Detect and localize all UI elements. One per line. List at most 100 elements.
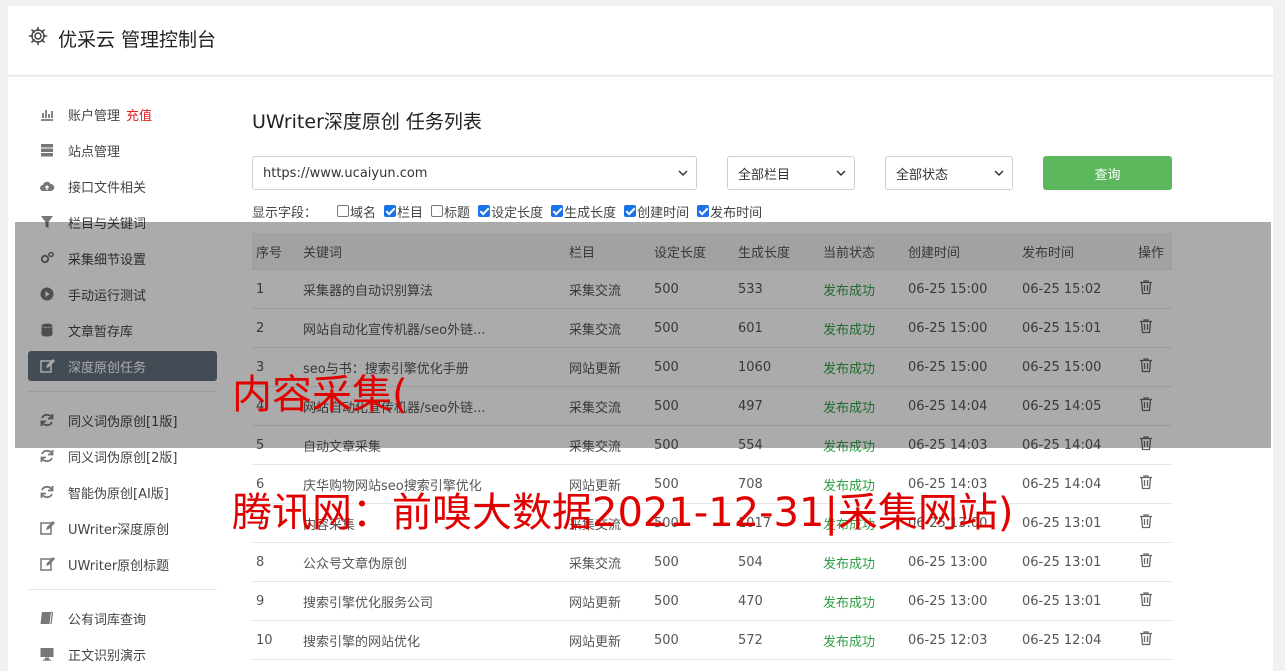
field-checkbox[interactable]: 域名: [337, 202, 376, 221]
sidebar-divider: [28, 589, 217, 590]
table-cell: 500: [654, 632, 679, 648]
checkbox-box[interactable]: [478, 205, 491, 217]
table-cell: 搜索引擎优化服务公司: [303, 595, 434, 611]
bar-chart-icon: [41, 110, 53, 121]
checkbox-box[interactable]: [337, 205, 350, 217]
sidebar-item-label: UWriter原创标题: [68, 558, 170, 574]
table-cell: 发布成功: [823, 556, 876, 572]
sidebar-item[interactable]: 站点管理: [28, 135, 217, 165]
checkbox-box[interactable]: [431, 205, 444, 217]
column-select[interactable]: 全部栏目: [727, 156, 855, 190]
edit-icon: [40, 557, 55, 571]
delete-button[interactable]: [1138, 630, 1172, 650]
field-checkbox-label: 栏目: [397, 205, 424, 221]
delete-button[interactable]: [1138, 513, 1172, 533]
field-checkbox-label: 生成长度: [564, 205, 617, 221]
monitor-icon: [40, 648, 54, 661]
trash-icon: [1140, 592, 1152, 607]
recharge-link[interactable]: 充值: [126, 105, 152, 124]
table-cell: 06-25 14:04: [1022, 476, 1102, 492]
table-cell: 470: [738, 593, 763, 609]
table-cell: 10: [256, 632, 273, 648]
delete-button[interactable]: [1138, 474, 1172, 494]
field-checkbox[interactable]: 设定长度: [478, 202, 543, 221]
field-checkbox-label: 标题: [444, 205, 471, 221]
table-cell: 06-25 13:00: [908, 554, 988, 570]
watermark-line-2: 腾讯网：前嗅大数据2021-12-31|采集网站): [232, 490, 1014, 536]
table-cell: 发布成功: [823, 595, 876, 611]
table-cell: 06-25 13:01: [1022, 554, 1102, 570]
field-checkbox[interactable]: 发布时间: [697, 202, 762, 221]
site-select-value: https://www.ucaiyun.com: [263, 165, 428, 181]
field-checkbox[interactable]: 标题: [431, 202, 470, 221]
delete-button[interactable]: [1138, 552, 1172, 572]
dim-overlay: [15, 222, 1271, 448]
sidebar-item[interactable]: UWriter深度原创: [28, 513, 217, 543]
table-cell: 8: [256, 554, 265, 570]
trash-icon: [1140, 553, 1152, 568]
server-icon: [41, 144, 53, 157]
checkbox-box[interactable]: [624, 205, 637, 217]
chevron-down-icon: [678, 170, 688, 177]
field-checkbox-label: 设定长度: [491, 205, 544, 221]
sidebar-item[interactable]: 账户管理 充值: [28, 99, 217, 129]
sidebar-item-label: 正文识别演示: [68, 648, 147, 664]
checkbox-box[interactable]: [384, 205, 397, 217]
checkbox-box[interactable]: [697, 205, 710, 217]
delete-button[interactable]: [1138, 591, 1172, 611]
field-checkbox-label: 域名: [350, 205, 377, 221]
table-cell: 发布成功: [823, 634, 876, 650]
trash-icon: [1140, 514, 1152, 529]
table-cell: 504: [738, 554, 763, 570]
table-cell: 9: [256, 593, 265, 609]
field-checkbox-label: 发布时间: [710, 205, 763, 221]
table-cell: 网站更新: [569, 595, 622, 611]
sidebar-item-label: 接口文件相关: [68, 180, 147, 196]
app-title: 优采云 管理控制台: [58, 29, 217, 51]
chevron-down-icon: [994, 170, 1004, 177]
refresh-icon: [40, 485, 54, 499]
cloud-upload-icon: [40, 181, 55, 191]
query-button[interactable]: 查询: [1043, 156, 1172, 190]
field-checkbox[interactable]: 创建时间: [624, 202, 689, 221]
sidebar-item[interactable]: 接口文件相关: [28, 171, 217, 201]
refresh-icon: [40, 449, 54, 463]
table-cell: 572: [738, 632, 763, 648]
gear-icon: [28, 26, 48, 46]
watermark-line-1: 内容采集(: [232, 372, 408, 418]
field-checkbox[interactable]: 栏目: [384, 202, 423, 221]
sidebar-item[interactable]: 智能伪原创[AI版]: [28, 477, 217, 507]
field-checkbox-label: 创建时间: [637, 205, 690, 221]
table-row: 8 公众号文章伪原创 采集交流 500 504 发布成功 06-25 13:00 06-25 …: [252, 543, 1172, 582]
table-cell: 搜索引擎的网站优化: [303, 634, 421, 650]
table-cell: 公众号文章伪原创: [303, 556, 408, 572]
trash-icon: [1140, 631, 1152, 646]
sidebar-item-label: 站点管理: [68, 144, 121, 160]
checkbox-box[interactable]: [551, 205, 564, 217]
chevron-down-icon: [836, 170, 846, 177]
table-cell: 网站更新: [569, 634, 622, 650]
edit-icon: [40, 521, 55, 535]
sidebar-item-label: 公有词库查询: [68, 612, 147, 628]
status-select[interactable]: 全部状态: [885, 156, 1013, 190]
status-select-value: 全部状态: [896, 167, 949, 183]
sidebar-item[interactable]: 正文识别演示: [28, 639, 217, 669]
display-fields: 显示字段： 域名 栏目 标题 设定长度 生成长度 创建时间 发布时间: [252, 201, 770, 221]
field-checkbox[interactable]: 生成长度: [551, 202, 616, 221]
sidebar-item[interactable]: UWriter原创标题: [28, 549, 217, 579]
table-cell: 06-25 12:03: [908, 632, 988, 648]
site-select[interactable]: https://www.ucaiyun.com: [252, 156, 697, 190]
top-header: 优采云 管理控制台: [8, 6, 1273, 76]
table-cell: 06-25 12:04: [1022, 632, 1102, 648]
sidebar-item[interactable]: 公有词库查询: [28, 603, 217, 633]
table-cell: 采集交流: [569, 556, 622, 572]
display-fields-label: 显示字段：: [252, 205, 318, 221]
table-row: 9 搜索引擎优化服务公司 网站更新 500 470 发布成功 06-25 13:00 06-2…: [252, 582, 1172, 621]
table-row: 10 搜索引擎的网站优化 网站更新 500 572 发布成功 06-25 12:03 06-2…: [252, 621, 1172, 660]
table-cell: 06-25 13:01: [1022, 515, 1102, 531]
column-select-value: 全部栏目: [738, 167, 791, 183]
sidebar-item-label: UWriter深度原创: [68, 522, 170, 538]
table-cell: 06-25 13:00: [908, 593, 988, 609]
sidebar-item-label: 账户管理: [68, 108, 121, 124]
page-title: UWriter深度原创 任务列表: [252, 111, 482, 133]
